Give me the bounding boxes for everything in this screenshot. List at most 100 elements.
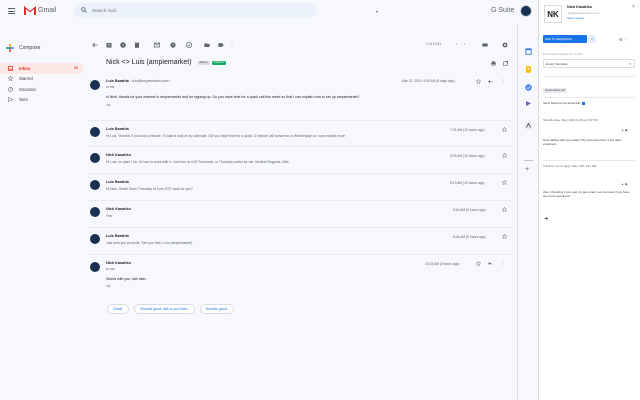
task-meta: Nick Monday, May 13th 10:18 at 4:37 PM bbox=[543, 118, 598, 122]
next-arrow-icon[interactable]: ➜ bbox=[544, 216, 548, 222]
message-date: 10:23 AM (8 hours ago) bbox=[425, 262, 460, 266]
recipient-text: to me bbox=[106, 267, 115, 271]
task-actions-icon[interactable]: ▲ ▣ bbox=[621, 128, 628, 132]
next-page-icon[interactable]: › bbox=[464, 41, 465, 46]
reply-icon[interactable] bbox=[488, 79, 493, 84]
message-expanded[interactable]: Nick Kasahko to me Works with you, talk … bbox=[88, 258, 514, 292]
sender-name: Luis Barahla bbox=[106, 180, 129, 184]
sidebar-item-label: Inbox bbox=[19, 65, 31, 71]
settings-gear-icon[interactable] bbox=[502, 42, 508, 48]
label-chip-inbox[interactable]: Inbox × bbox=[197, 60, 211, 65]
plus-icon bbox=[6, 44, 14, 52]
message-date: 8:13 AM (10 hours ago) bbox=[450, 181, 485, 185]
smart-reply-button[interactable]: Sounds good. bbox=[199, 304, 234, 314]
message-more-icon[interactable]: ⋮ bbox=[501, 260, 505, 265]
avatar[interactable] bbox=[90, 262, 100, 272]
ampiemarket-addon-icon[interactable] bbox=[525, 122, 532, 129]
avatar[interactable] bbox=[90, 207, 100, 217]
reply-icon[interactable] bbox=[488, 261, 493, 266]
task-body: Also: Checking if you saw my last email.… bbox=[543, 190, 630, 199]
checkbox-checked-icon[interactable] bbox=[581, 101, 585, 105]
search-input[interactable] bbox=[92, 6, 292, 15]
sidebar-item-starred[interactable]: Starred bbox=[0, 74, 84, 85]
delete-icon[interactable] bbox=[134, 42, 140, 48]
compose-button[interactable]: Compose bbox=[6, 44, 40, 52]
calendar-icon[interactable] bbox=[525, 48, 532, 55]
message-collapsed[interactable]: Luis Barahla Just sent you an invite. Se… bbox=[88, 231, 514, 253]
star-icon[interactable] bbox=[502, 127, 507, 132]
side-rail: + bbox=[517, 24, 538, 400]
search-options-icon[interactable]: ▾ bbox=[376, 9, 378, 14]
label-icon[interactable] bbox=[218, 42, 224, 48]
sequence-count-button[interactable]: 1 bbox=[588, 35, 596, 43]
avatar[interactable] bbox=[90, 80, 100, 90]
star-icon[interactable] bbox=[476, 261, 481, 266]
message-body: hi Nick, thanks for your interest in amp… bbox=[106, 95, 360, 99]
message-date: Mar 12, 2019, 4:53 AM (5 days ago) bbox=[402, 79, 455, 83]
report-spam-icon[interactable] bbox=[120, 42, 126, 48]
star-icon[interactable] bbox=[502, 234, 507, 239]
show-trimmed-button[interactable]: ••• bbox=[105, 103, 112, 107]
input-tools-icon[interactable] bbox=[482, 42, 488, 48]
message-collapsed[interactable]: Nick Kasahko Yes! 8:40 AM (9 hours ago) bbox=[88, 204, 514, 226]
avatar[interactable] bbox=[90, 127, 100, 137]
message-collapsed[interactable]: Nick Kasahko Hi Luis, no plan! I do. I'd… bbox=[88, 150, 514, 172]
archive-icon[interactable] bbox=[106, 42, 112, 48]
sender-name: Nick Kasahko bbox=[106, 261, 131, 265]
panel-settings-icon[interactable]: ⚙ ⋮ bbox=[619, 37, 628, 42]
star-icon[interactable] bbox=[502, 153, 507, 158]
get-addons-icon[interactable]: + bbox=[525, 166, 532, 173]
show-trimmed-button[interactable]: ••• bbox=[105, 284, 112, 288]
task-body: Note talking with you today? My personne… bbox=[543, 138, 621, 147]
account-avatar[interactable] bbox=[520, 5, 532, 17]
back-arrow-icon[interactable] bbox=[92, 42, 98, 48]
message-collapsed[interactable]: Luis Barahla Hi Luis, Thanks! If you too… bbox=[88, 123, 514, 145]
auto-followup-checkbox[interactable]: Send follow-up as automatic bbox=[543, 101, 585, 105]
template-select[interactable]: Empty Template ▾ bbox=[543, 59, 635, 68]
keep-icon[interactable] bbox=[525, 66, 532, 73]
snooze-icon[interactable] bbox=[170, 42, 176, 48]
task-actions-icon[interactable]: ▲ ▣ bbox=[621, 182, 628, 186]
message-date: 7:31 AM (10 hours ago) bbox=[450, 128, 485, 132]
sidebar-item-inbox[interactable]: Inbox 21 bbox=[0, 63, 84, 74]
more-options-icon[interactable]: ⋮ bbox=[230, 41, 234, 46]
sidebar-item-snoozed[interactable]: Snoozed bbox=[0, 84, 84, 95]
avatar[interactable] bbox=[90, 234, 100, 244]
avatar[interactable] bbox=[90, 180, 100, 190]
move-to-icon[interactable] bbox=[204, 42, 210, 48]
search-icon[interactable] bbox=[81, 7, 87, 13]
menu-icon[interactable] bbox=[8, 8, 15, 14]
avatar[interactable] bbox=[90, 153, 100, 163]
open-new-window-icon[interactable] bbox=[503, 61, 508, 66]
prev-page-icon[interactable]: ‹ bbox=[456, 41, 457, 46]
print-icon[interactable] bbox=[491, 61, 496, 66]
contact-email: nick@ampiemarket.com bbox=[567, 11, 600, 15]
message-expanded[interactable]: Luis Barahla <luis@ampiemarket.com> to me… bbox=[88, 76, 514, 116]
add-to-sequence-button[interactable]: ADD TO SEQUENCE bbox=[543, 35, 587, 43]
message-body: Works with you, talk later. bbox=[106, 277, 147, 281]
gmail-logo[interactable]: Gmail bbox=[24, 6, 56, 15]
thread-subject: Nick <> Luis (ampiemarket) Inbox × Inbou… bbox=[106, 59, 226, 66]
star-icon[interactable] bbox=[502, 207, 507, 212]
star-icon[interactable] bbox=[476, 79, 481, 84]
send-icon bbox=[8, 97, 13, 103]
close-icon[interactable]: × bbox=[632, 4, 635, 10]
add-task-icon[interactable] bbox=[186, 42, 192, 48]
mark-unread-icon[interactable] bbox=[154, 42, 160, 48]
sidebar-nav: Inbox 21 Starred Snoozed Sent bbox=[0, 63, 84, 105]
message-more-icon[interactable]: ⋮ bbox=[501, 78, 505, 83]
sidebar-item-sent[interactable]: Sent bbox=[0, 95, 84, 106]
label-chip-inbound[interactable]: Inbound bbox=[212, 60, 226, 65]
view-contact-link[interactable]: View contact bbox=[567, 16, 584, 20]
star-icon[interactable] bbox=[502, 180, 507, 185]
sender-name: Luis Barahla <luis@ampiemarket.com> bbox=[106, 79, 171, 83]
panel-divider bbox=[543, 76, 635, 77]
smart-reply-button[interactable]: Sounds good, talk to you then. bbox=[134, 304, 195, 314]
message-collapsed[interactable]: Luis Barahla Hi Nick, Great! Does Thursd… bbox=[88, 177, 514, 199]
tag-chip[interactable]: ampiemarket sub bbox=[543, 88, 567, 93]
search-bar[interactable]: ▾ bbox=[74, 3, 378, 18]
smart-reply-button[interactable]: Great. bbox=[107, 304, 129, 314]
tasks-icon[interactable] bbox=[525, 84, 532, 91]
addon-icon[interactable] bbox=[525, 100, 532, 107]
message-snippet: Hi Luis, Thanks! If you took a minute, I… bbox=[106, 134, 345, 138]
